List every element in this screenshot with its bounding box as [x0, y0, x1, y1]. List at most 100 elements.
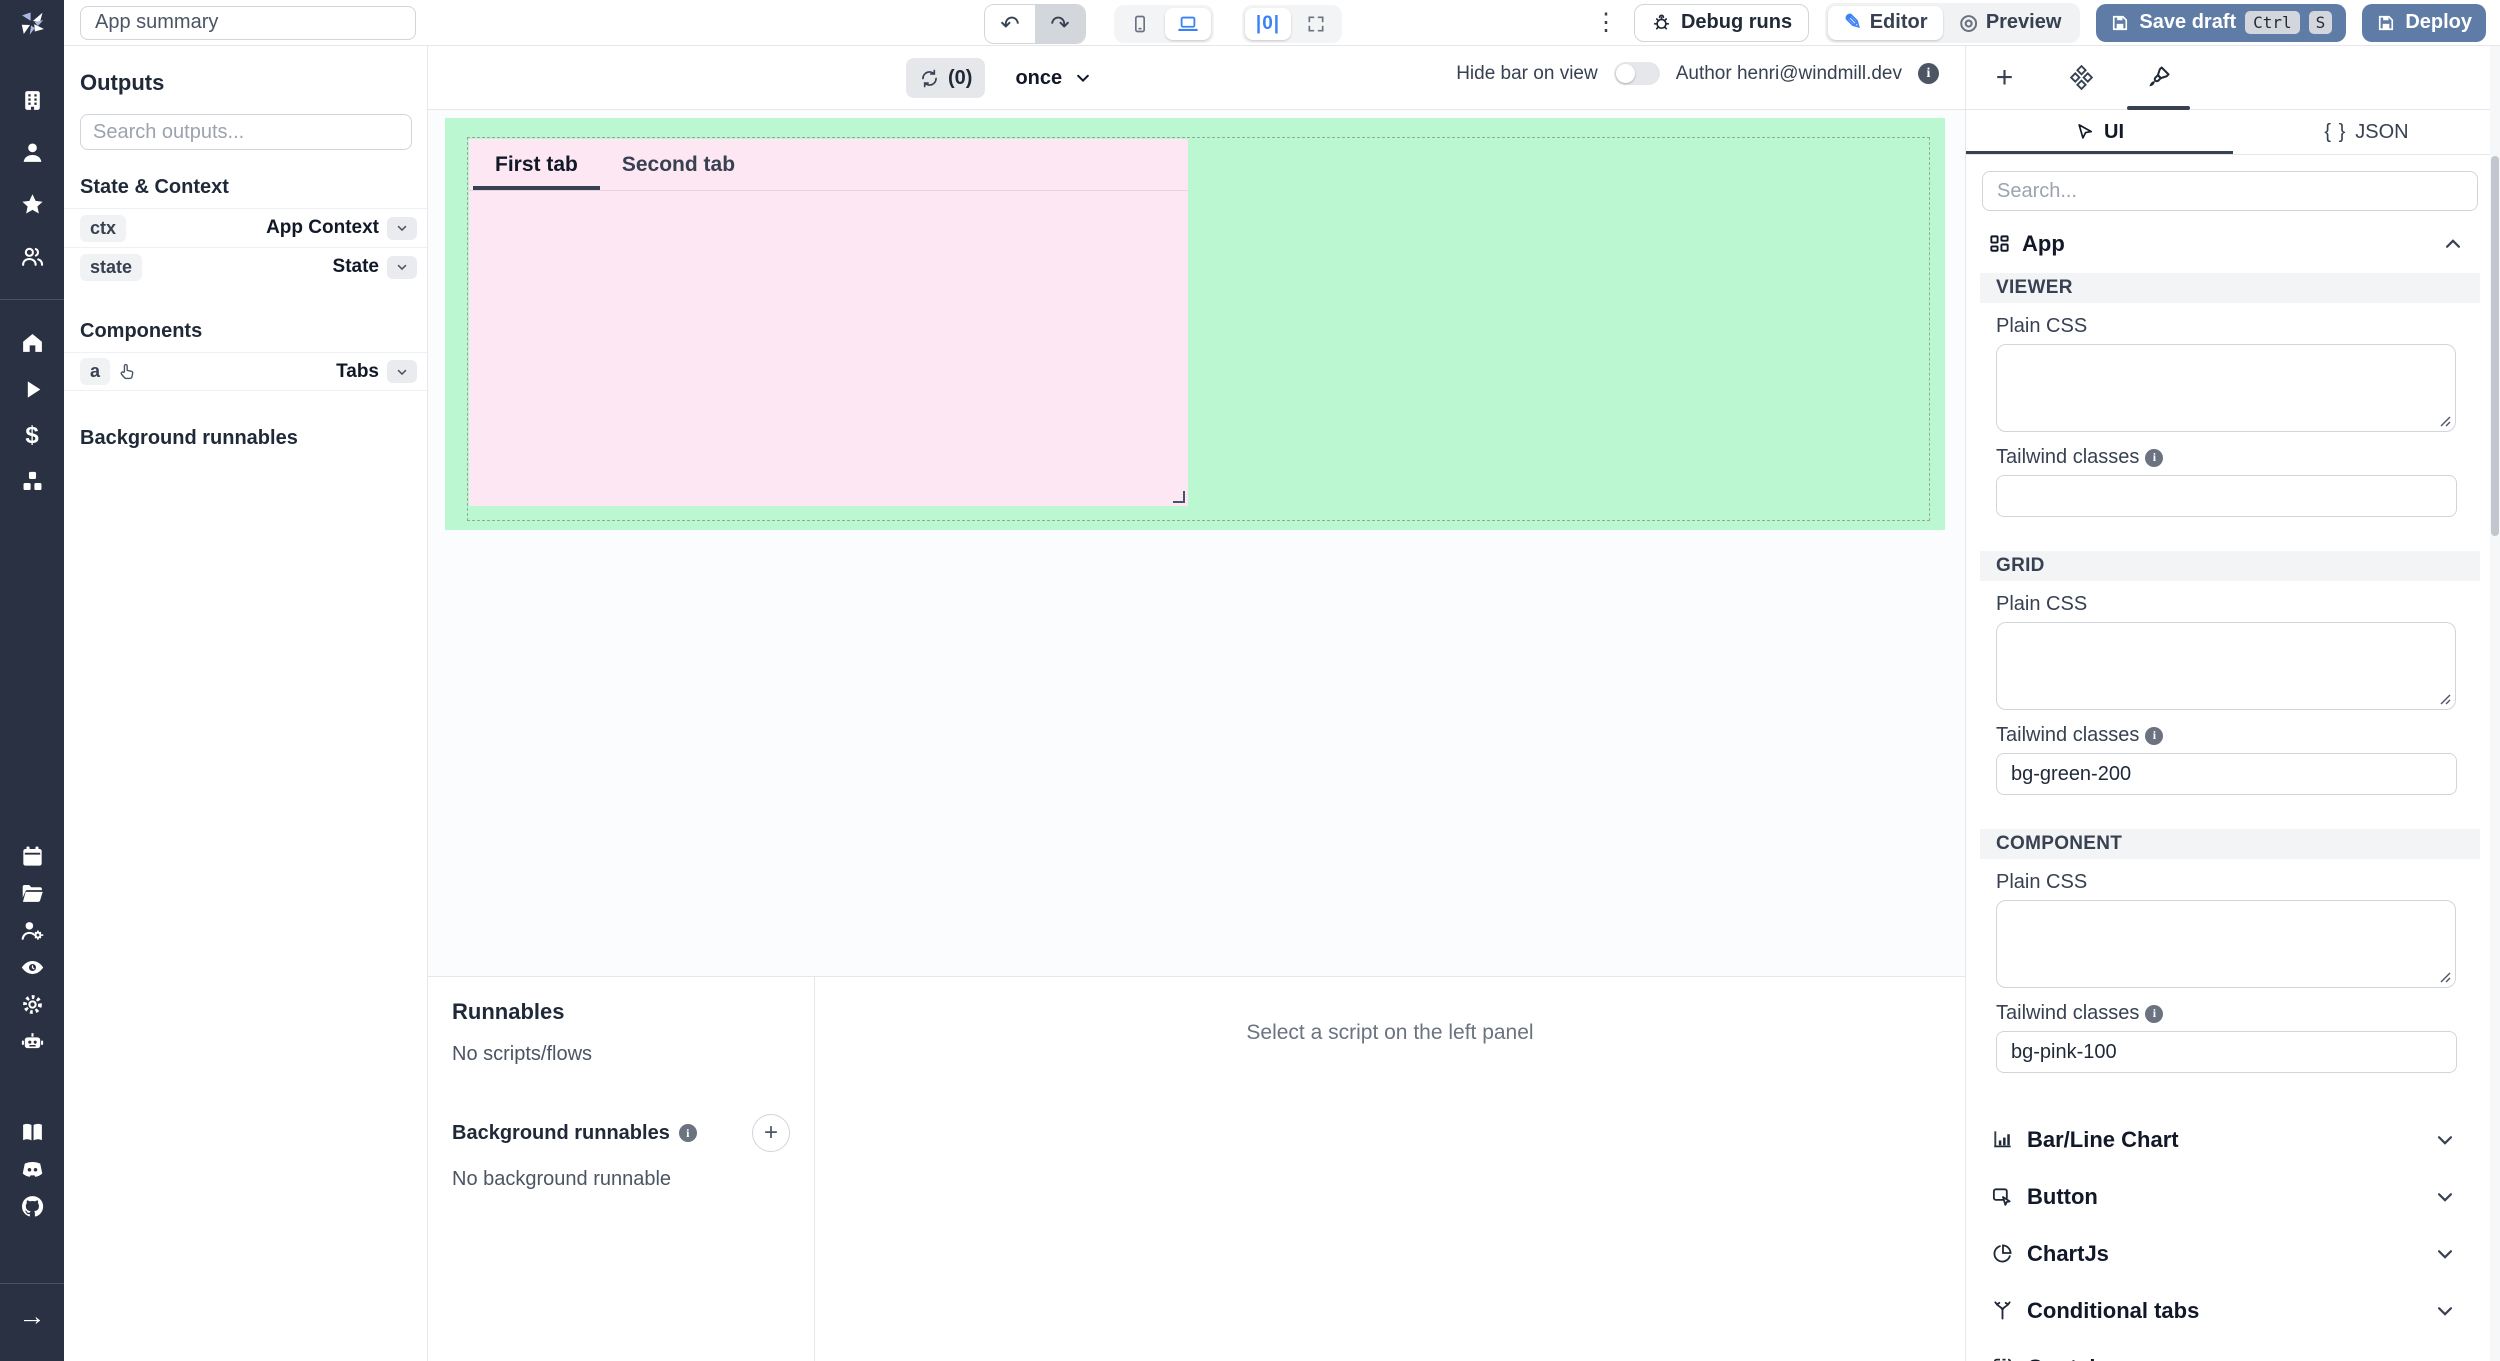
bottom-panel: Runnables No scripts/flows Background ru…: [428, 976, 1965, 1361]
audit-logs-button[interactable]: [0, 949, 64, 986]
docs-button[interactable]: [0, 1114, 64, 1151]
section-conditional-tabs[interactable]: Conditional tabs: [1966, 1282, 2500, 1339]
variables-button[interactable]: $: [0, 417, 64, 454]
section-bar-line-chart[interactable]: Bar/Line Chart: [1966, 1111, 2500, 1168]
output-key-badge: a: [80, 358, 110, 385]
refresh-mode-select[interactable]: once: [1015, 67, 1092, 90]
left-nav-rail: $ →: [0, 0, 64, 1361]
layout-toggle-group: |0|: [1242, 5, 1342, 43]
ui-tab-label: UI: [2104, 121, 2124, 144]
right-panel-scrollbar[interactable]: [2490, 46, 2500, 1361]
output-row-ctx[interactable]: ctx App Context: [64, 208, 427, 247]
settings-button[interactable]: [0, 986, 64, 1023]
scrollbar-thumb[interactable]: [2491, 156, 2499, 536]
info-icon[interactable]: i: [1918, 63, 1939, 84]
right-panel: + UI { } JSON: [1965, 46, 2500, 1361]
favorites-button[interactable]: [0, 186, 64, 223]
dollar-icon: $: [25, 424, 38, 448]
right-panel-icon-tabs: +: [1966, 46, 2500, 110]
viewer-group-bar: VIEWER: [1980, 273, 2480, 303]
ai-button[interactable]: [0, 1023, 64, 1060]
info-icon[interactable]: i: [2145, 1005, 2163, 1023]
schedules-button[interactable]: [0, 838, 64, 875]
user-button[interactable]: [0, 134, 64, 171]
component-plain-css-textarea[interactable]: [1996, 900, 2456, 988]
desktop-view-button[interactable]: [1165, 8, 1211, 40]
dashed-container-icon: [1991, 1356, 2014, 1361]
output-row-state[interactable]: state State: [64, 247, 427, 286]
centered-layout-button[interactable]: |0|: [1245, 8, 1291, 40]
tabs-component[interactable]: First tab Second tab: [469, 139, 1188, 506]
redo-button[interactable]: ↷: [1035, 5, 1085, 43]
tab-first[interactable]: First tab: [473, 139, 600, 190]
github-button[interactable]: [0, 1188, 64, 1225]
canvas-refresh-controls: (0) once: [906, 58, 1092, 98]
info-icon[interactable]: i: [2145, 449, 2163, 467]
redo-icon: ↷: [1050, 11, 1069, 38]
json-tab[interactable]: { } JSON: [2233, 110, 2500, 154]
tailwind-classes-label: Tailwind classes: [1996, 1002, 2139, 1025]
viewer-plain-css-textarea[interactable]: [1996, 344, 2456, 432]
chevron-down-icon: [2434, 1357, 2456, 1361]
section-button[interactable]: Button: [1966, 1168, 2500, 1225]
folder-icon: [20, 881, 45, 906]
runs-button[interactable]: [0, 371, 64, 408]
author-label: Author henri@windmill.dev: [1676, 63, 1902, 85]
windmill-logo[interactable]: [0, 0, 64, 46]
more-menu-button[interactable]: ⋮: [1594, 8, 1618, 37]
expand-output-button[interactable]: [387, 360, 417, 383]
mobile-view-button[interactable]: [1117, 8, 1163, 40]
ui-tab[interactable]: UI: [1966, 110, 2233, 154]
app-grid[interactable]: First tab Second tab: [445, 118, 1945, 530]
expand-output-button[interactable]: [387, 256, 417, 279]
search-outputs-input[interactable]: [80, 114, 412, 150]
add-background-runnable-button[interactable]: +: [752, 1114, 790, 1152]
resize-handle[interactable]: [1173, 491, 1185, 503]
info-icon[interactable]: i: [2145, 727, 2163, 745]
section-container[interactable]: Container: [1966, 1339, 2500, 1361]
section-label: Container: [2027, 1355, 2130, 1361]
tab-second[interactable]: Second tab: [600, 139, 757, 190]
bug-icon: [1651, 12, 1672, 33]
info-icon[interactable]: i: [679, 1124, 697, 1142]
discord-button[interactable]: [0, 1151, 64, 1188]
grid-plain-css-textarea[interactable]: [1996, 622, 2456, 710]
folders-button[interactable]: [0, 875, 64, 912]
refresh-button[interactable]: (0): [906, 58, 985, 98]
fullscreen-button[interactable]: [1293, 8, 1339, 40]
app-section-header[interactable]: App: [1966, 217, 2500, 267]
save-draft-button[interactable]: Save draft Ctrl S: [2096, 4, 2346, 42]
viewer-tailwind-input[interactable]: [1996, 475, 2457, 517]
insert-component-tab[interactable]: +: [1966, 46, 2043, 109]
undo-button[interactable]: ↶: [985, 5, 1035, 43]
resources-button[interactable]: [0, 463, 64, 500]
runnables-title: Runnables: [452, 999, 790, 1025]
component-style-search-input[interactable]: [1982, 171, 2478, 211]
expand-sidebar-button[interactable]: →: [0, 1298, 64, 1335]
workspace-button[interactable]: [0, 82, 64, 119]
component-tailwind-input[interactable]: [1996, 1031, 2457, 1073]
section-chartjs[interactable]: ChartJs: [1966, 1225, 2500, 1282]
components-settings-tab[interactable]: [2043, 46, 2120, 109]
arrow-right-icon: →: [19, 1303, 46, 1330]
editor-tab[interactable]: ✎ Editor: [1828, 6, 1943, 40]
chevron-down-icon: [1074, 69, 1092, 87]
grid-tailwind-input[interactable]: [1996, 753, 2457, 795]
editor-preview-toggle: ✎ Editor ◎ Preview: [1825, 3, 2080, 43]
eye-icon: [20, 955, 45, 980]
github-icon: [20, 1194, 45, 1219]
hide-bar-toggle[interactable]: [1614, 62, 1660, 85]
app-summary-input[interactable]: [80, 6, 416, 40]
debug-runs-button[interactable]: Debug runs: [1634, 4, 1809, 42]
preview-tab[interactable]: ◎ Preview: [1943, 6, 2077, 40]
workers-button[interactable]: [0, 912, 64, 949]
styling-tab[interactable]: [2120, 46, 2197, 109]
expand-output-button[interactable]: [387, 217, 417, 240]
deploy-button[interactable]: Deploy: [2362, 4, 2486, 42]
no-scripts-text: No scripts/flows: [452, 1043, 790, 1066]
home-button[interactable]: [0, 324, 64, 361]
groups-button[interactable]: [0, 238, 64, 275]
undo-redo-group: ↶ ↷: [984, 4, 1086, 44]
output-row-component-a[interactable]: a Tabs: [64, 352, 427, 391]
cubes-icon: [20, 469, 45, 494]
